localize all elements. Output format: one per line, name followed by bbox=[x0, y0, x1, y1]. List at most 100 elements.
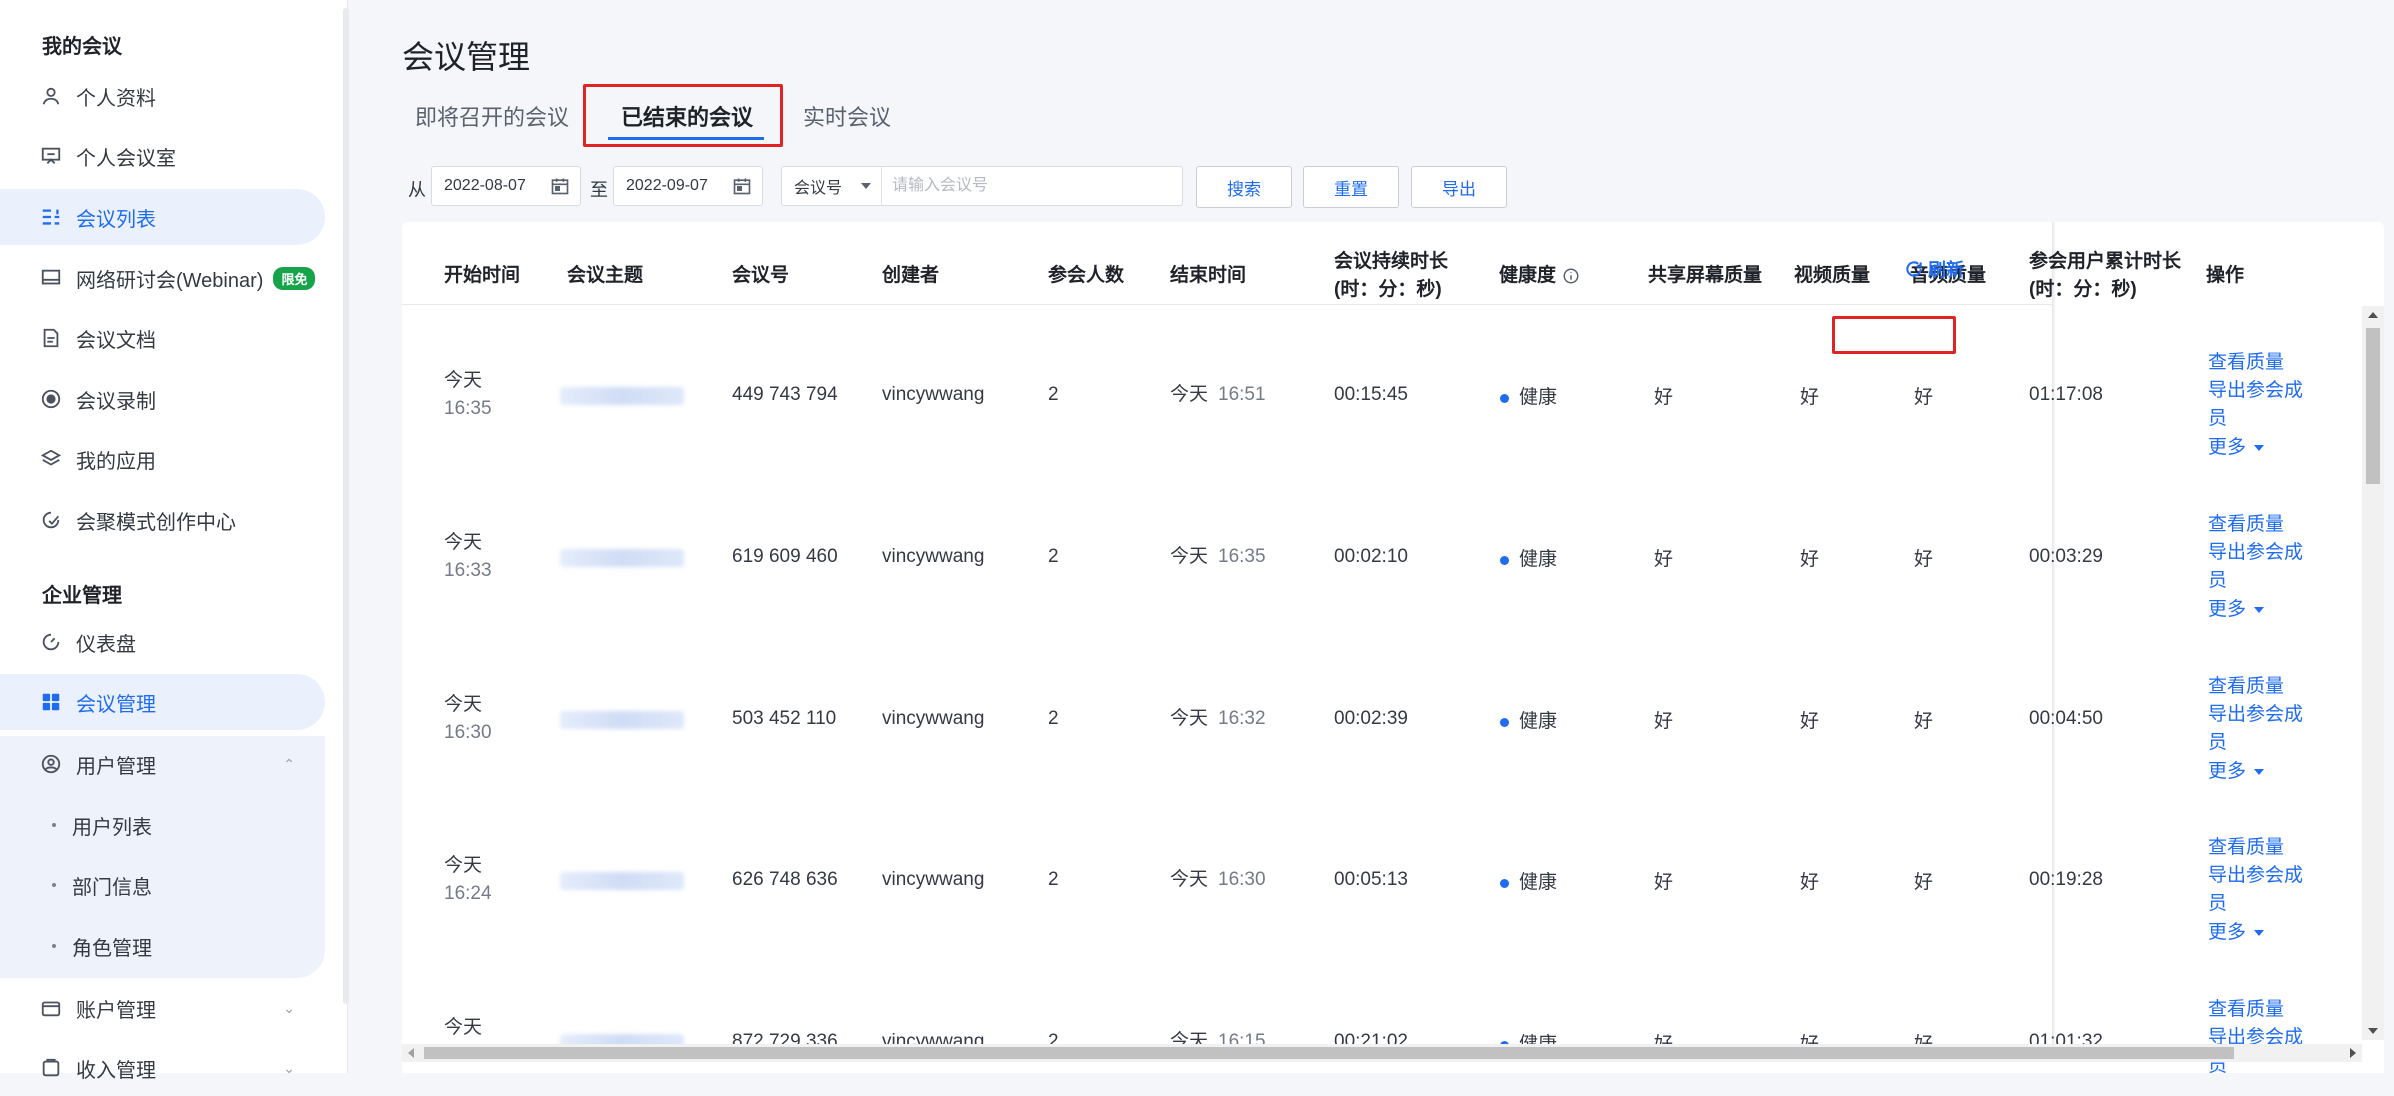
cell-start-time: 16:30 bbox=[444, 722, 492, 743]
sidebar-item-apps[interactable]: 我的应用 bbox=[0, 431, 325, 487]
caret-down-icon bbox=[2254, 444, 2265, 451]
more-label: 更多 bbox=[2208, 761, 2247, 782]
caret-down-icon bbox=[2254, 929, 2265, 936]
view-quality-link[interactable]: 查看质量 bbox=[2208, 349, 2284, 377]
more-dropdown[interactable]: 更多 bbox=[2208, 434, 2265, 462]
cell-meeting-id: 503 452 110 bbox=[732, 708, 837, 729]
header-meeting-id: 会议号 bbox=[732, 265, 790, 286]
sidebar-item-meeting-management[interactable]: 会议管理 bbox=[0, 674, 325, 730]
more-dropdown[interactable]: 更多 bbox=[2208, 919, 2265, 947]
scroll-up-arrow[interactable] bbox=[2368, 312, 2378, 318]
tab-live[interactable]: 实时会议 bbox=[803, 100, 891, 140]
sidebar-item-webinar[interactable]: 网络研讨会(Webinar) 限免 bbox=[0, 250, 325, 306]
cell-total-duration: 01:17:08 bbox=[2029, 384, 2103, 405]
cell-duration: 00:02:10 bbox=[1334, 546, 1408, 567]
export-participants-link[interactable]: 导出参会成员 bbox=[2208, 862, 2303, 918]
export-line1: 导出参会成 bbox=[2208, 542, 2304, 563]
sidebar-subitem-user-list[interactable]: 用户列表 bbox=[0, 797, 325, 853]
scroll-left-arrow[interactable] bbox=[408, 1048, 414, 1058]
header-duration: 会议持续时长 (时：分：秒) bbox=[1334, 248, 1448, 304]
export-button[interactable]: 导出 bbox=[1411, 166, 1507, 208]
reset-button[interactable]: 重置 bbox=[1303, 166, 1399, 208]
table-vertical-scrollbar[interactable] bbox=[2362, 306, 2384, 1040]
more-dropdown[interactable]: 更多 bbox=[2208, 596, 2265, 624]
scroll-down-arrow[interactable] bbox=[2368, 1028, 2378, 1034]
cell-end-time: 今天 16:30 bbox=[1170, 866, 1266, 894]
sidebar-item-account[interactable]: 账户管理 ⌄ bbox=[0, 980, 325, 1036]
presentation-icon bbox=[40, 145, 62, 167]
sidebar-subitem-label: 用户列表 bbox=[72, 816, 152, 839]
export-participants-link[interactable]: 导出参会成员 bbox=[2208, 539, 2303, 595]
chevron-down-icon: ⌄ bbox=[283, 1059, 295, 1076]
sidebar-item-label: 我的应用 bbox=[76, 450, 156, 473]
sidebar-item-documents[interactable]: 会议文档 bbox=[0, 310, 325, 366]
sidebar-item-recording[interactable]: 会议录制 bbox=[0, 371, 325, 427]
search-button[interactable]: 搜索 bbox=[1196, 166, 1292, 208]
highlight-box bbox=[1832, 316, 1956, 354]
view-quality-link[interactable]: 查看质量 bbox=[2208, 996, 2284, 1024]
sidebar-item-user-management[interactable]: 用户管理 ⌃ bbox=[0, 736, 325, 792]
header-creator: 创建者 bbox=[882, 265, 940, 286]
health-status-dot bbox=[1500, 394, 1509, 403]
sidebar-item-label: 收入管理 bbox=[76, 1059, 156, 1082]
income-icon bbox=[40, 1057, 62, 1079]
scroll-thumb[interactable] bbox=[424, 1047, 2234, 1059]
cell-start-day: 今天 bbox=[444, 1017, 483, 1038]
view-quality-link[interactable]: 查看质量 bbox=[2208, 834, 2284, 862]
view-quality-link[interactable]: 查看质量 bbox=[2208, 511, 2284, 539]
cell-video-quality: 好 bbox=[1800, 872, 1820, 893]
caret-down-icon bbox=[2254, 606, 2265, 613]
sidebar-subitem-departments[interactable]: 部门信息 bbox=[0, 857, 325, 913]
more-label: 更多 bbox=[2208, 437, 2247, 458]
cell-health: 健康 bbox=[1519, 387, 1558, 408]
table-horizontal-scrollbar[interactable] bbox=[402, 1044, 2362, 1062]
refresh-button[interactable]: 刷新 bbox=[1904, 256, 1964, 282]
cell-meeting-id: 449 743 794 bbox=[732, 384, 838, 405]
start-date-input[interactable]: 2022-08-07 bbox=[431, 166, 581, 206]
blurred-topic bbox=[560, 711, 684, 729]
meeting-id-search-input[interactable] bbox=[882, 176, 1174, 196]
layers-icon bbox=[40, 448, 62, 470]
more-dropdown[interactable]: 更多 bbox=[2208, 758, 2265, 786]
sidebar-item-creation-center[interactable]: 会聚模式创作中心 bbox=[0, 492, 325, 548]
sidebar-subitem-roles[interactable]: 角色管理 bbox=[0, 918, 325, 974]
scroll-right-arrow[interactable] bbox=[2350, 1048, 2356, 1058]
wallet-icon bbox=[40, 997, 62, 1019]
header-divider bbox=[402, 304, 2052, 305]
sidebar-item-label: 个人会议室 bbox=[76, 147, 176, 170]
end-date-input[interactable]: 2022-09-07 bbox=[613, 166, 763, 206]
bullet-icon bbox=[52, 883, 56, 887]
sidebar-item-income[interactable]: 收入管理 ⌄ bbox=[0, 1040, 325, 1096]
tab-upcoming[interactable]: 即将召开的会议 bbox=[415, 100, 569, 140]
export-line1: 导出参会成 bbox=[2208, 865, 2304, 886]
sidebar: 我的会议 个人资料 个人会议室 会议列表 网络研讨会(Webinar) 限免 会… bbox=[0, 0, 349, 1082]
meeting-table: 开始时间 会议主题 会议号 创建者 参会人数 结束时间 会议持续时长 (时：分：… bbox=[402, 222, 2384, 1073]
cell-video-quality: 好 bbox=[1800, 549, 1820, 570]
sidebar-item-personal-room[interactable]: 个人会议室 bbox=[0, 128, 325, 184]
header-duration-line1: 会议持续时长 bbox=[1334, 251, 1449, 272]
health-status-dot bbox=[1500, 718, 1509, 727]
view-quality-link[interactable]: 查看质量 bbox=[2208, 673, 2284, 701]
sidebar-item-profile[interactable]: 个人资料 bbox=[0, 68, 325, 124]
cell-meeting-id: 626 748 636 bbox=[732, 869, 838, 890]
search-field-select[interactable]: 会议号 bbox=[782, 167, 882, 205]
sidebar-scrollbar[interactable] bbox=[343, 8, 349, 1004]
header-duration-line2: (时：分：秒) bbox=[1334, 279, 1442, 300]
scroll-thumb[interactable] bbox=[2366, 328, 2380, 484]
sidebar-item-dashboard[interactable]: 仪表盘 bbox=[0, 614, 325, 670]
cell-participants: 2 bbox=[1048, 384, 1059, 405]
end-day: 今天 bbox=[1170, 869, 1209, 890]
info-icon[interactable] bbox=[1562, 267, 1580, 285]
calendar-icon[interactable] bbox=[550, 176, 570, 196]
end-day: 今天 bbox=[1170, 546, 1209, 567]
export-participants-link[interactable]: 导出参会成员 bbox=[2208, 377, 2303, 433]
export-participants-link[interactable]: 导出参会成员 bbox=[2208, 701, 2303, 757]
cell-health: 健康 bbox=[1519, 549, 1558, 570]
end-time: 16:35 bbox=[1218, 546, 1266, 567]
gauge-icon bbox=[40, 631, 62, 653]
calendar-icon[interactable] bbox=[732, 176, 752, 196]
end-day: 今天 bbox=[1170, 384, 1209, 405]
end-time: 16:30 bbox=[1218, 869, 1266, 890]
sidebar-item-meeting-list[interactable]: 会议列表 bbox=[0, 189, 325, 245]
sidebar-subitem-label: 角色管理 bbox=[72, 937, 152, 960]
